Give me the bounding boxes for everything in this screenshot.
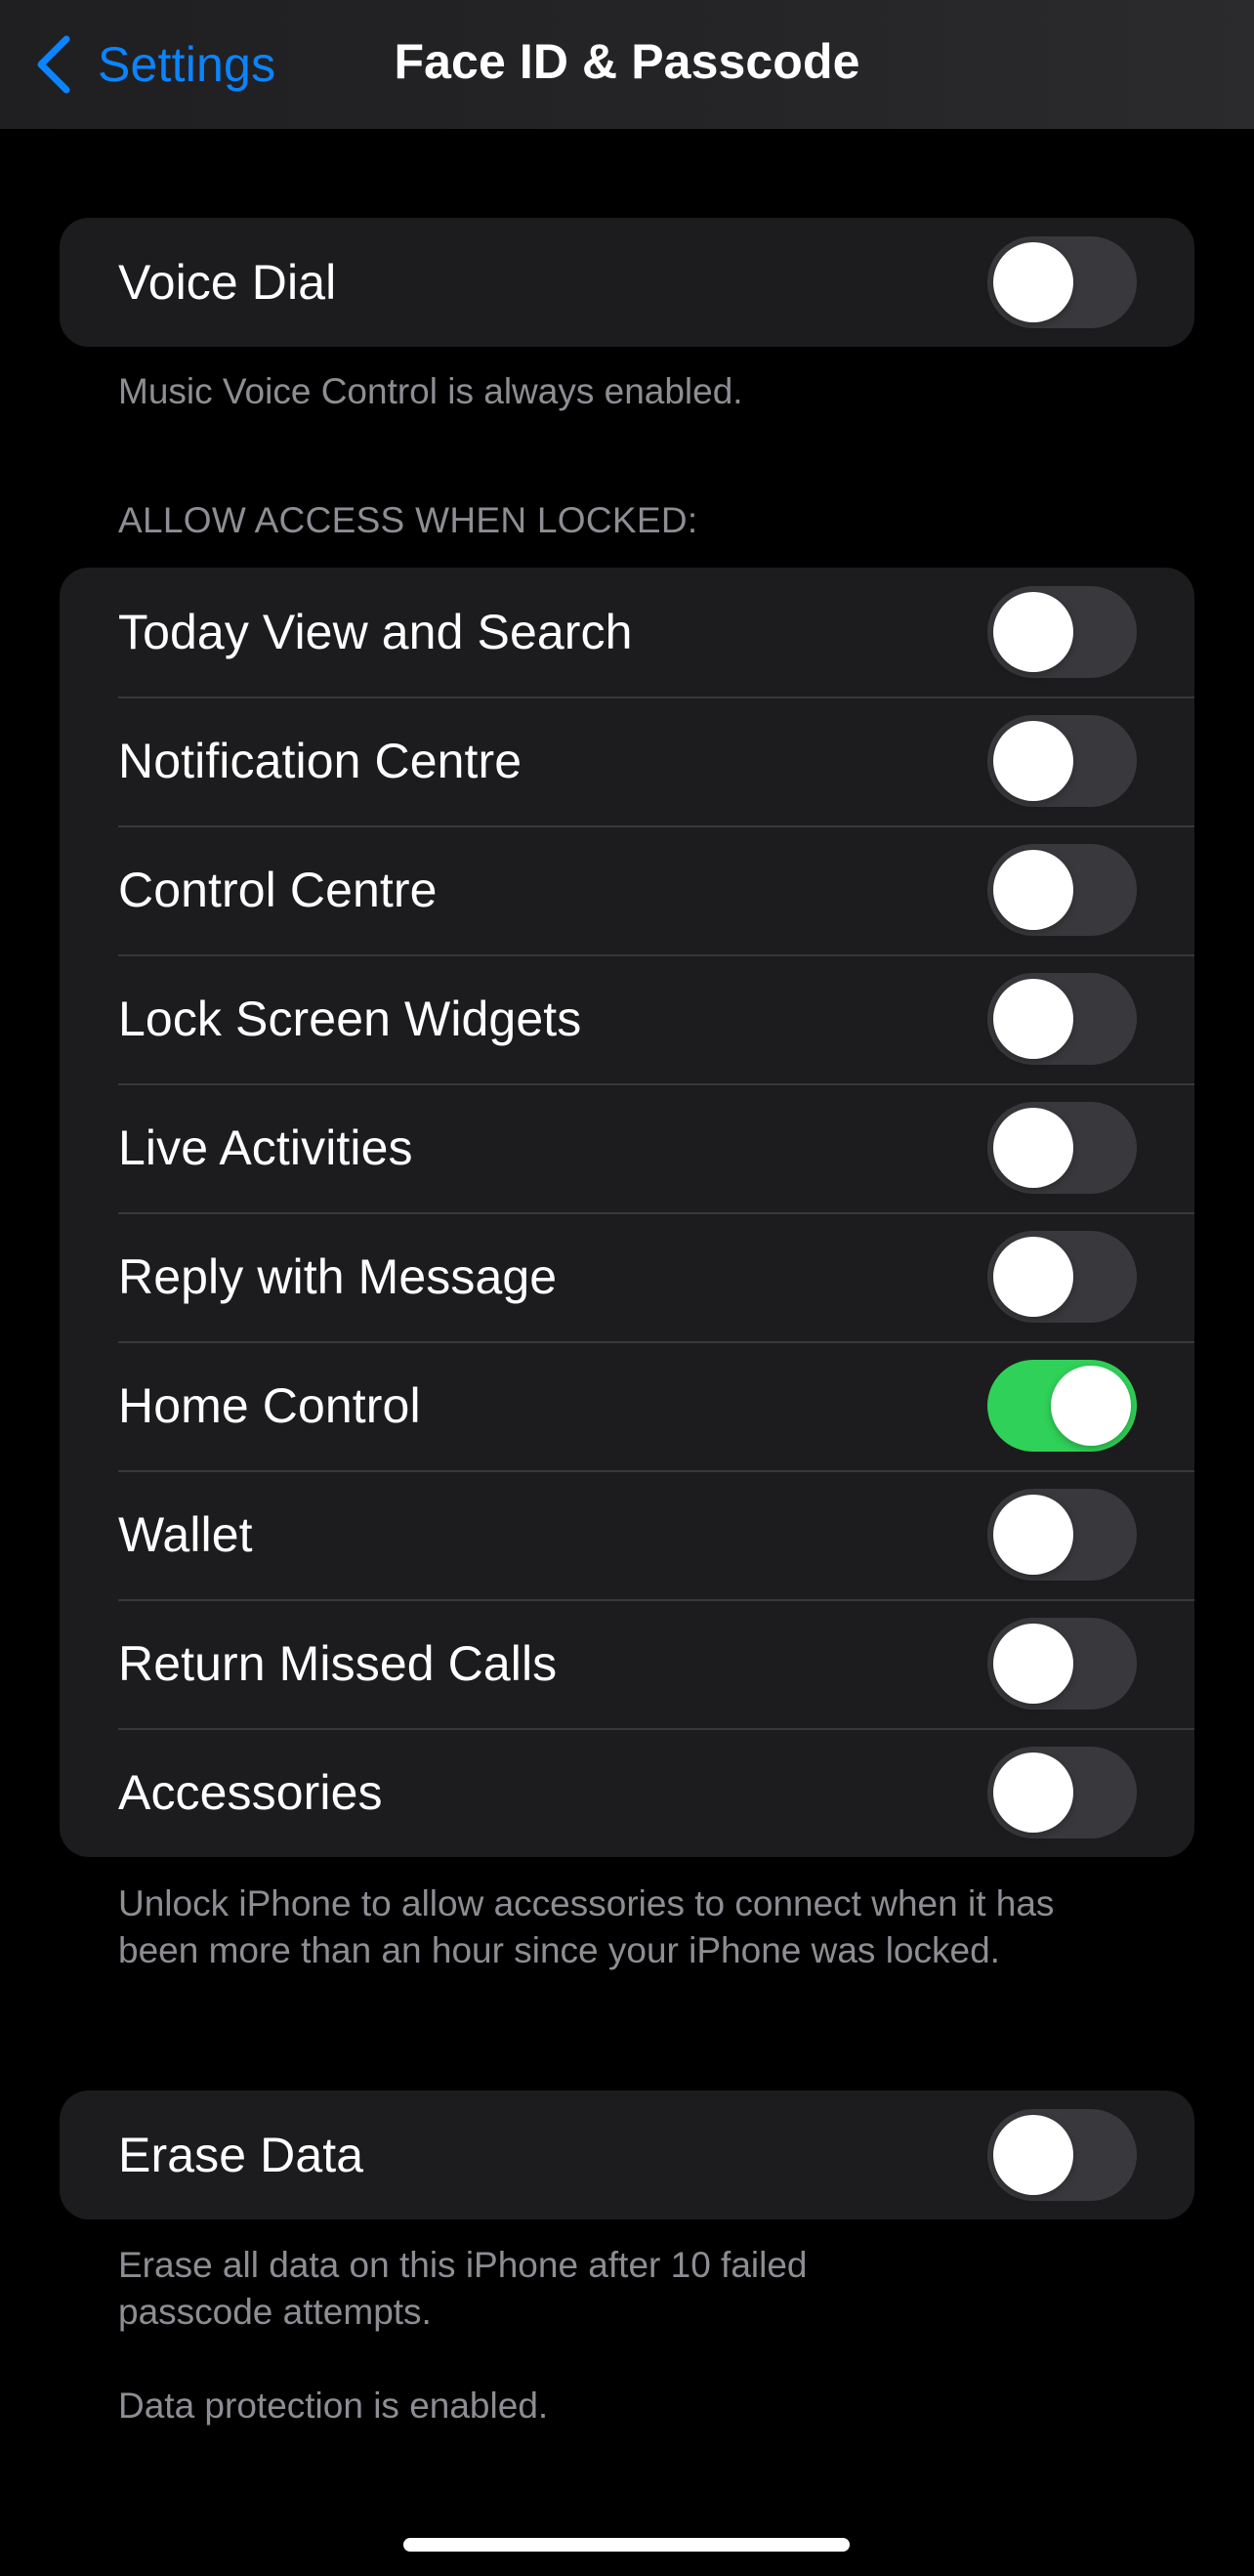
voice-dial-group: Voice Dial [60, 218, 1194, 347]
toggle-knob [993, 242, 1073, 322]
toggle-knob [993, 2115, 1073, 2195]
settings-row-voice-dial: Voice Dial [60, 218, 1194, 347]
settings-row-today-view: Today View and Search [60, 568, 1194, 697]
erase-data-group: Erase Data [60, 2090, 1194, 2219]
row-label: Accessories [118, 1765, 383, 1820]
row-label: Reply with Message [118, 1249, 558, 1304]
toggle-knob [1051, 1366, 1131, 1446]
wallet-toggle[interactable] [987, 1489, 1137, 1581]
erase-data-toggle[interactable] [987, 2109, 1137, 2201]
live-activities-toggle[interactable] [987, 1102, 1137, 1194]
row-label: Lock Screen Widgets [118, 992, 582, 1046]
erase-data-footer: Erase all data on this iPhone after 10 f… [118, 2245, 808, 2332]
voice-dial-footer: Music Voice Control is always enabled. [118, 371, 743, 411]
section-header-allow-access: ALLOW ACCESS WHEN LOCKED: [118, 500, 698, 540]
row-label: Return Missed Calls [118, 1636, 558, 1691]
row-label: Notification Centre [118, 734, 522, 788]
navigation-bar: Settings Face ID & Passcode [0, 0, 1254, 129]
notification-centre-toggle[interactable] [987, 715, 1137, 807]
row-label: Today View and Search [118, 605, 633, 659]
toggle-knob [993, 979, 1073, 1059]
reply-with-message-toggle[interactable] [987, 1231, 1137, 1323]
control-centre-toggle[interactable] [987, 844, 1137, 936]
page-title: Face ID & Passcode [394, 34, 860, 89]
settings-row-reply-with-message: Reply with Message [60, 1212, 1194, 1341]
row-label: Wallet [118, 1507, 253, 1562]
allow-access-group: Today View and Search Notification Centr… [60, 568, 1194, 1857]
settings-row-live-activities: Live Activities [60, 1083, 1194, 1212]
voice-dial-toggle[interactable] [987, 236, 1137, 328]
settings-row-home-control: Home Control [60, 1341, 1194, 1470]
toggle-knob [993, 1108, 1073, 1188]
toggle-knob [993, 1495, 1073, 1575]
settings-row-return-missed-calls: Return Missed Calls [60, 1599, 1194, 1728]
home-indicator[interactable] [403, 2538, 850, 2552]
toggle-knob [993, 1753, 1073, 1833]
settings-row-accessories: Accessories [60, 1728, 1194, 1857]
row-label: Voice Dial [118, 255, 337, 310]
toggle-knob [993, 1237, 1073, 1317]
settings-row-lock-screen-widgets: Lock Screen Widgets [60, 954, 1194, 1083]
settings-row-control-centre: Control Centre [60, 825, 1194, 954]
row-label: Home Control [118, 1378, 421, 1433]
toggle-knob [993, 850, 1073, 930]
toggle-knob [993, 721, 1073, 801]
row-label: Control Centre [118, 863, 438, 917]
settings-row-wallet: Wallet [60, 1470, 1194, 1599]
today-view-toggle[interactable] [987, 586, 1137, 678]
toggle-knob [993, 592, 1073, 672]
settings-row-notification-centre: Notification Centre [60, 697, 1194, 825]
lock-screen-widgets-toggle[interactable] [987, 973, 1137, 1065]
row-label: Live Activities [118, 1120, 413, 1175]
settings-row-erase-data: Erase Data [60, 2090, 1194, 2219]
data-protection-note: Data protection is enabled. [118, 2386, 549, 2426]
row-label: Erase Data [118, 2128, 364, 2182]
return-missed-calls-toggle[interactable] [987, 1618, 1137, 1710]
home-control-toggle[interactable] [987, 1360, 1137, 1452]
accessories-toggle[interactable] [987, 1747, 1137, 1838]
toggle-knob [993, 1624, 1073, 1704]
accessories-footer: Unlock iPhone to allow accessories to co… [118, 1883, 1055, 1970]
